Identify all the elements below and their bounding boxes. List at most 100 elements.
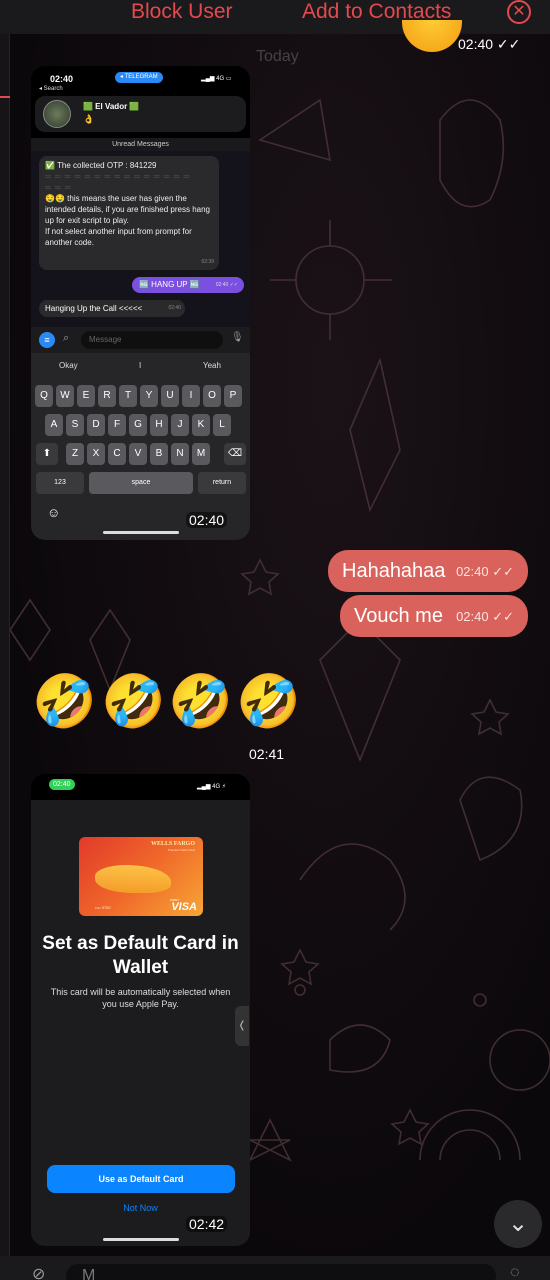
avatar: [43, 100, 71, 128]
wallet-description: This card will be automatically selected…: [50, 987, 231, 1009]
return-key: return: [198, 472, 246, 494]
home-indicator: [103, 531, 179, 534]
status-bar: 02:40 ▂▄▆ 4G ⚡: [31, 774, 250, 800]
delete-key: ⌫: [224, 443, 246, 465]
contact-status-emoji: 👌: [83, 114, 95, 124]
status-time: 02:40: [50, 74, 74, 84]
key-c: C: [108, 443, 126, 465]
scroll-down-button[interactable]: ⌄: [494, 1200, 542, 1248]
key-e: E: [77, 385, 95, 407]
block-user-button[interactable]: Block User: [131, 0, 233, 24]
key-x: X: [87, 443, 105, 465]
rofl-emoji[interactable]: 🤣: [168, 672, 233, 732]
sticker-icon[interactable]: ◌: [510, 1264, 520, 1280]
key-m: M: [192, 443, 210, 465]
emoji-key-icon: ☺: [47, 505, 61, 520]
hanging-up-message: Hanging Up the Call <<<<< 02:40: [39, 300, 185, 317]
key-f: F: [108, 414, 126, 436]
image-message-wallet-screenshot[interactable]: 02:40 ▂▄▆ 4G ⚡ WELLS FARGO Premium Debit…: [31, 774, 250, 1246]
key-a: A: [45, 414, 63, 436]
status-bar: 02:40 ◂ Search ◂ TELEGRAM ▂▄▆ 4G ▭: [31, 66, 250, 96]
key-w: W: [56, 385, 74, 407]
home-indicator: [103, 1238, 179, 1241]
key-p: P: [224, 385, 242, 407]
unread-marker: [0, 96, 10, 98]
image-timestamp: 02:40: [186, 512, 228, 528]
visa-logo: VISA: [171, 901, 197, 913]
key-k: K: [192, 414, 210, 436]
message-time: 02:40 ✓✓: [458, 36, 521, 52]
key-j: J: [171, 414, 189, 436]
outgoing-message[interactable]: Hahahahaa 02:40 ✓✓: [328, 550, 528, 592]
otp-message: ✅ The collected OTP : 841229 ═ ═ ═ ═ ═ ═…: [39, 156, 219, 270]
message-body: If not select another input from prompt …: [45, 227, 192, 247]
separator-line: ═ ═ ═: [45, 183, 72, 192]
key-r: R: [98, 385, 116, 407]
suggestion: I: [139, 361, 142, 370]
outgoing-message[interactable]: Vouch me 02:40 ✓✓: [340, 595, 528, 637]
key-n: N: [171, 443, 189, 465]
key-l: L: [213, 414, 231, 436]
date-separator: Today: [256, 48, 299, 65]
key-y: Y: [140, 385, 158, 407]
signal-icon: ▂▄▆ 4G ▭: [201, 76, 232, 82]
hang-up-message: 🆖 HANG UP 🆖 02:40 ✓✓: [132, 277, 244, 293]
key-h: H: [150, 414, 168, 436]
key-t: T: [119, 385, 137, 407]
message-text: Hahahahaa: [342, 560, 446, 582]
rofl-emoji[interactable]: 🤣: [32, 672, 97, 732]
top-bar: Block User Add to Contacts ✕: [0, 0, 550, 34]
composer-bar: ⊘ M ◌: [0, 1256, 550, 1280]
status-time: 02:40: [49, 779, 75, 790]
message-input: Message: [81, 331, 223, 349]
back-to-search: ◂ Search: [39, 86, 63, 92]
key-z: Z: [66, 443, 84, 465]
message-input[interactable]: M: [66, 1264, 496, 1280]
otp-line: ✅ The collected OTP : 841229: [45, 161, 157, 170]
card-subtitle: Premium Debit Card: [167, 848, 195, 852]
key-q: Q: [35, 385, 53, 407]
hanging-up-text: Hanging Up the Call <<<<<: [45, 304, 143, 313]
wallet-title: Set as Default Card in Wallet: [42, 933, 239, 978]
chat-list-edge: [0, 34, 10, 1264]
key-s: S: [66, 414, 84, 436]
separator-line: ═ ═ ═ ═ ═ ═ ═ ═ ═ ═ ═ ═ ═ ═ ═: [45, 172, 191, 181]
key-i: I: [182, 385, 200, 407]
image-message-telegram-screenshot[interactable]: 02:40 ◂ Search ◂ TELEGRAM ▂▄▆ 4G ▭ 🟩 El …: [31, 66, 250, 540]
key-g: G: [129, 414, 147, 436]
shift-key: ⬆: [36, 443, 58, 465]
rofl-emoji[interactable]: 🤣: [236, 672, 301, 732]
key-d: D: [87, 414, 105, 436]
chat-header: 🟩 El Vador 🟩 👌: [35, 96, 246, 132]
key-u: U: [161, 385, 179, 407]
attach-icon[interactable]: ⊘: [32, 1264, 45, 1280]
attach-icon: ⌕: [63, 332, 70, 344]
debit-card-image: WELLS FARGO Premium Debit Card •••• 9750…: [79, 837, 203, 916]
close-icon[interactable]: ✕: [507, 0, 531, 24]
chevron-left-icon: ❬: [235, 1006, 249, 1046]
key-v: V: [129, 443, 147, 465]
rofl-emoji[interactable]: 🤣: [101, 672, 166, 732]
message-time: 02:41: [249, 746, 285, 762]
message-text: Vouch me: [354, 605, 443, 627]
not-now-link: Not Now: [123, 1203, 158, 1213]
image-timestamp: 02:42: [186, 1216, 228, 1232]
message-composer: ≡ ⌕ Message 🎙: [31, 327, 250, 353]
message-time: 02:40 ✓✓: [215, 282, 238, 288]
numbers-key: 123: [36, 472, 84, 494]
stagecoach-logo: [95, 865, 171, 893]
key-o: O: [203, 385, 221, 407]
message-time: 02:40: [168, 305, 181, 311]
card-brand: WELLS FARGO: [150, 841, 195, 847]
mic-icon: 🎙: [231, 332, 244, 343]
menu-icon: ≡: [39, 332, 55, 348]
message-time: 02:39: [201, 259, 214, 265]
hang-up-text: 🆖 HANG UP 🆖: [139, 280, 200, 289]
unread-divider: Unread Messages: [31, 138, 250, 151]
key-b: B: [150, 443, 168, 465]
space-key: space: [89, 472, 193, 494]
suggestion: Okay: [59, 361, 78, 370]
signal-icon: ▂▄▆ 4G ⚡: [197, 784, 227, 790]
message-time: 02:40 ✓✓: [456, 609, 514, 624]
card-number: •••• 9750: [95, 905, 111, 910]
